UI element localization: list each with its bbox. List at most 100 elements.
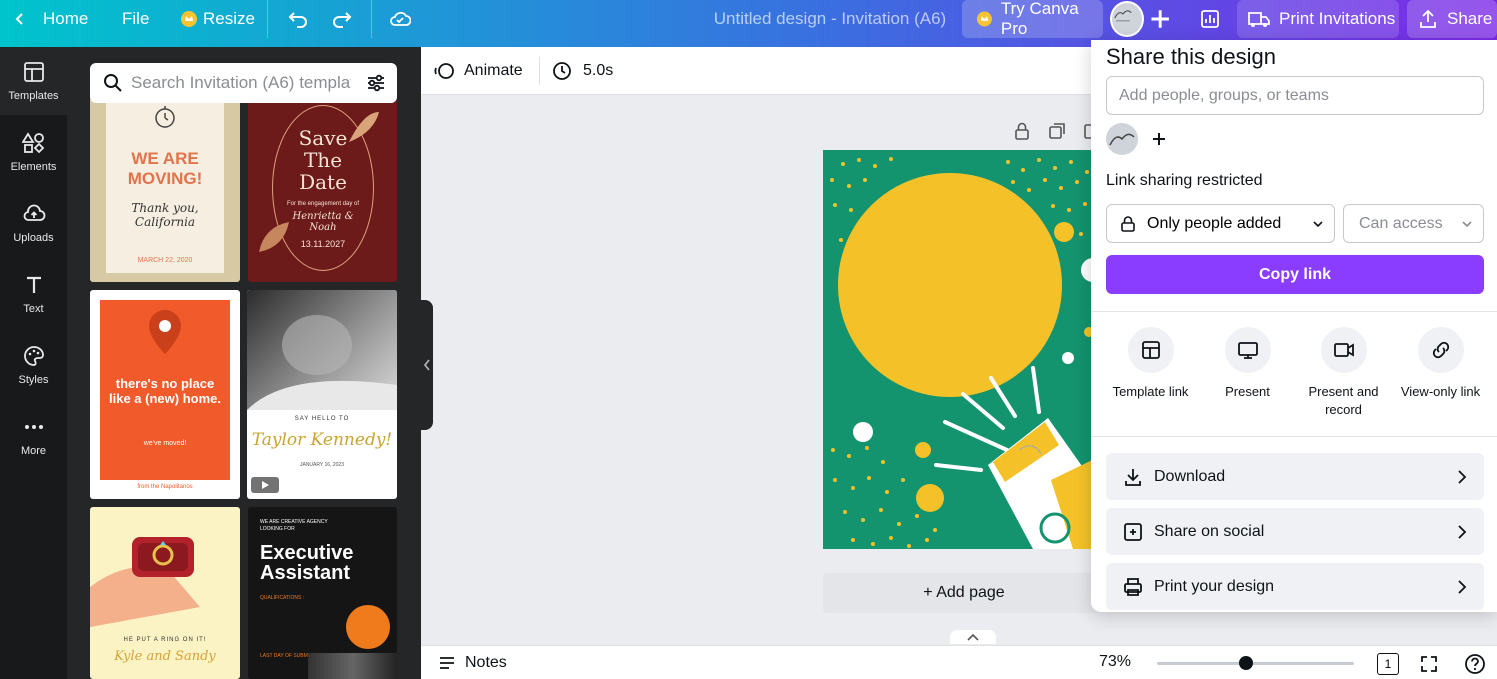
analytics-button[interactable] [1193,4,1227,34]
card-from: from the Napolitanos [137,484,193,490]
rail-item-styles[interactable]: Styles [0,331,67,399]
share-option-present[interactable]: Present [1199,327,1296,401]
print-invitations-button[interactable]: Print Invitations [1237,0,1399,38]
action-label: Print your design [1154,577,1275,595]
undo-button[interactable] [283,4,313,34]
card-date: JANUARY 16, 2023 [299,462,344,468]
home-label: Home [43,9,89,28]
search-icon [104,74,122,92]
page-number-label: 1 [1384,657,1392,671]
share-on-social-button[interactable]: Share on social [1106,508,1484,555]
divider [371,0,372,38]
zoom-slider[interactable] [1157,662,1354,665]
add-people-input[interactable] [1119,86,1459,105]
fullscreen-icon[interactable] [1419,654,1439,674]
zoom-slider-thumb[interactable] [1239,656,1253,670]
duplicate-page-icon[interactable] [1047,121,1067,141]
present-icon [1237,342,1258,359]
rail-label: Elements [10,161,57,173]
divider [1091,436,1497,437]
print-your-design-button[interactable]: Print your design [1106,563,1484,610]
play-icon [262,481,269,489]
more-dots-icon [24,425,43,429]
chevron-left-icon [423,359,430,371]
link-sharing-label: Link sharing restricted [1106,172,1263,189]
rail-item-more[interactable]: More [0,402,67,470]
resize-button[interactable]: Resize [180,0,255,38]
template-card-birth-announcement[interactable]: SAY HELLO TO Taylor Kennedy! JANUARY 16,… [247,290,397,499]
card-names: Taylor Kennedy! [251,430,393,450]
duration-button[interactable]: 5.0s [551,55,613,87]
present-record-icon [1333,343,1354,357]
try-pro-button[interactable]: Try Canva Pro [962,0,1103,38]
card-headline: HE PUT A RING ON IT! [123,637,207,643]
notes-button[interactable]: Notes [437,653,507,673]
plus-icon [1151,10,1169,28]
animate-button[interactable]: Animate [433,55,523,87]
elements-icon [21,132,44,154]
file-menu[interactable]: File [122,0,149,38]
option-label: Present [1225,384,1270,399]
rail-item-uploads[interactable]: Uploads [0,189,67,257]
permission-value: Can access [1359,214,1443,232]
redo-button[interactable] [327,4,357,34]
template-card-new-home[interactable]: there's no place like a (new) home. we'v… [90,290,240,499]
share-option-template-link[interactable]: Template link [1102,327,1199,401]
search-input[interactable] [131,73,351,93]
avatar [1110,1,1144,37]
card-sub: For the engagement day of [286,201,360,207]
design-page[interactable] [823,150,1113,549]
add-page-button[interactable]: + Add page [823,573,1105,613]
card-date: MARCH 22, 2020 [137,257,193,264]
option-circle [1224,327,1271,373]
divider [1091,311,1497,312]
copy-link-button[interactable]: Copy link [1106,255,1484,294]
side-navigation: Templates Elements Uploads Text Styles M… [0,47,67,679]
add-people-field[interactable] [1106,76,1484,115]
video-badge [251,477,279,493]
template-card-engagement[interactable]: HE PUT A RING ON IT! Kyle and Sandy [90,507,240,679]
document-title[interactable]: Untitled design - Invitation (A6) [700,0,960,38]
ring-box-icon [90,537,200,627]
page-number-button[interactable]: 1 [1377,653,1399,675]
template-card-hiring[interactable]: WE ARE CREATIVE AGENCY LOOKING FOR Execu… [248,507,397,679]
palette-icon [23,346,44,366]
show-pages-toggle[interactable] [950,630,996,644]
rail-item-text[interactable]: Text [0,260,67,328]
help-icon[interactable] [1464,653,1486,675]
permission-select[interactable]: Can access [1343,204,1484,243]
option-label: View-only link [1400,384,1481,399]
hide-panel-handle[interactable] [421,300,433,430]
link-access-select[interactable]: Only people added [1106,204,1335,243]
add-collaborator-button[interactable] [1143,123,1175,155]
lock-icon[interactable] [1012,121,1032,141]
rail-label: Uploads [13,232,54,244]
share-option-present-record[interactable]: Present and record [1295,327,1392,419]
card-sub: we've moved! [143,440,187,447]
filter-icon[interactable] [365,72,387,94]
share-option-view-only-link[interactable]: View-only link [1392,327,1489,401]
notes-icon [440,657,454,669]
share-button[interactable]: Share [1407,0,1497,38]
animate-label: Animate [464,62,523,79]
view-only-link-icon [1432,341,1449,359]
map-pin-icon [149,310,181,354]
chevron-down-icon [1462,220,1472,227]
text-icon [26,276,41,293]
zoom-percentage[interactable]: 73% [1087,653,1143,671]
rail-item-templates[interactable]: Templates [0,47,67,115]
resize-label: Resize [203,9,255,28]
template-search[interactable] [90,63,397,103]
save-status-button[interactable] [385,4,415,34]
avatar-button[interactable] [1110,0,1170,38]
home-button[interactable]: Home [12,0,88,38]
template-card-moving[interactable]: WE ARE MOVING! Thank you, California MAR… [90,97,240,282]
download-button[interactable]: Download [1106,453,1484,500]
chevron-right-icon [1458,469,1467,484]
rail-item-elements[interactable]: Elements [0,118,67,186]
template-link-icon [1141,341,1160,359]
card-names: Kyle and Sandy [114,649,216,664]
option-circle [1320,327,1367,373]
template-card-save-the-date[interactable]: Save The Date For the engagement day of … [248,97,397,282]
print-icon [1124,577,1142,596]
